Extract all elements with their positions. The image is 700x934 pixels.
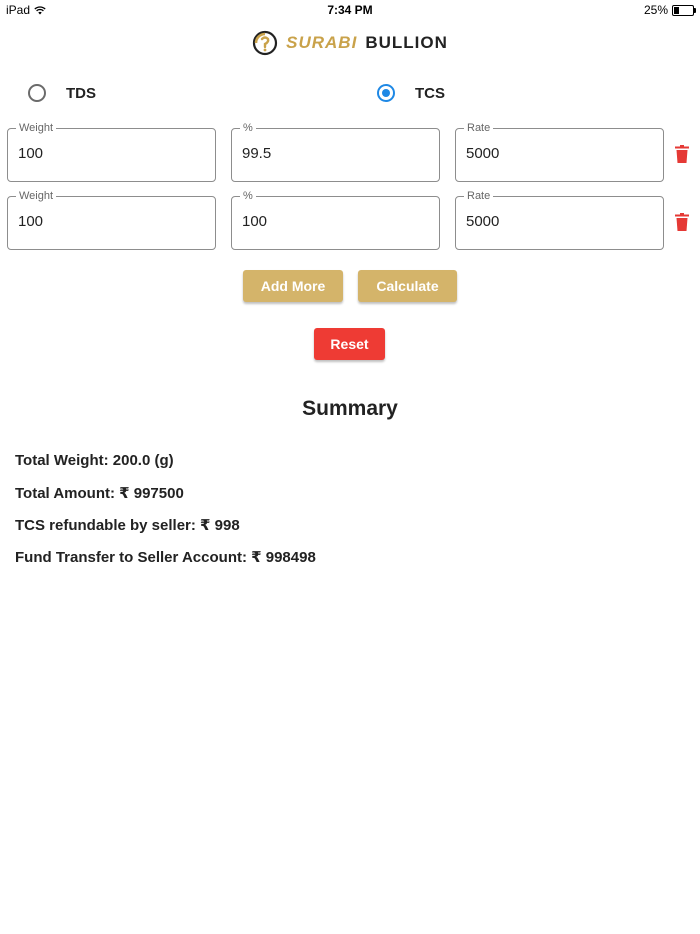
radio-tcs-circle[interactable]: [377, 84, 395, 102]
summary-title: Summary: [302, 397, 398, 420]
rate-input[interactable]: [466, 213, 651, 230]
logo-mark-icon: [253, 30, 278, 56]
radio-tcs[interactable]: TCS: [377, 84, 445, 102]
rate-label: Rate: [464, 122, 494, 134]
status-time: 7:34 PM: [327, 3, 373, 17]
percent-label: %: [240, 190, 256, 202]
tcs-refundable-text: TCS refundable by seller: ₹ 998: [15, 517, 240, 534]
status-bar: iPad 7:34 PM 25%: [0, 0, 700, 20]
radio-tcs-label: TCS: [415, 84, 445, 102]
rate-input[interactable]: [466, 145, 651, 162]
item-row-1: Weight % Rate: [7, 122, 697, 182]
weight-label: Weight: [16, 122, 57, 134]
rate-field[interactable]: Rate: [455, 190, 664, 250]
battery-percent: 25%: [643, 3, 668, 17]
weight-field[interactable]: Weight: [7, 122, 216, 182]
percent-field[interactable]: %: [231, 190, 440, 250]
radio-tds-circle[interactable]: [28, 84, 46, 102]
percent-input[interactable]: [242, 145, 427, 162]
radio-tds[interactable]: TDS: [28, 84, 96, 102]
logo-text: SURABI BULLION: [286, 33, 448, 53]
tax-type-radio-group: TDS TCS: [0, 84, 700, 108]
total-weight-text: Total Weight: 200.0 (g): [15, 452, 174, 469]
status-right: 25%: [643, 3, 696, 17]
app-logo: SURABI BULLION: [0, 30, 700, 56]
logo-word-bullion: BULLION: [365, 33, 448, 52]
rate-label: Rate: [464, 190, 494, 202]
reset-button[interactable]: Reset: [314, 328, 385, 360]
add-more-button[interactable]: Add More: [243, 270, 343, 302]
trash-icon[interactable]: [675, 145, 689, 163]
percent-input[interactable]: [242, 213, 427, 230]
weight-input[interactable]: [18, 213, 203, 230]
battery-fill: [674, 6, 679, 14]
percent-label: %: [240, 122, 256, 134]
calculate-button[interactable]: Calculate: [358, 270, 457, 302]
radio-tds-label: TDS: [66, 84, 96, 102]
logo-word-surabi: SURABI: [286, 33, 358, 52]
total-amount-text: Total Amount: ₹ 997500: [15, 485, 184, 502]
trash-icon[interactable]: [675, 213, 689, 231]
rate-field[interactable]: Rate: [455, 122, 664, 182]
weight-label: Weight: [16, 190, 57, 202]
weight-field[interactable]: Weight: [7, 190, 216, 250]
item-row-2: Weight % Rate: [7, 190, 697, 250]
percent-field[interactable]: %: [231, 122, 440, 182]
battery-icon: [672, 4, 696, 16]
weight-input[interactable]: [18, 145, 203, 162]
fund-transfer-text: Fund Transfer to Seller Account: ₹ 99849…: [15, 549, 316, 566]
